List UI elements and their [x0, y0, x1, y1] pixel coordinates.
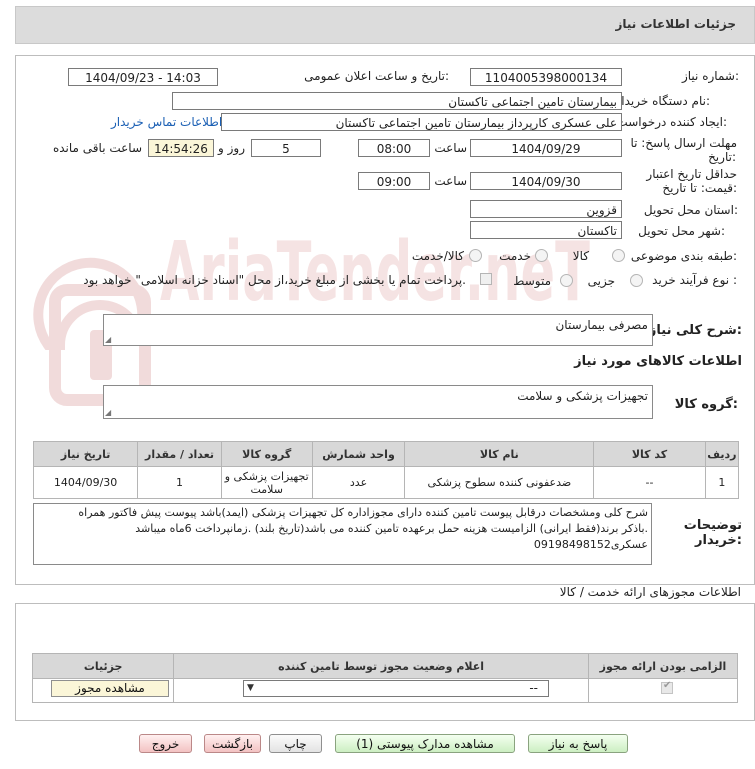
- view-attachments-button[interactable]: مشاهده مدارک پیوستی (1): [335, 734, 515, 753]
- cell-row: 1: [704, 466, 740, 499]
- permit-required-checkbox: ✔: [661, 680, 673, 694]
- deadline-time-label: ساعت: [434, 141, 467, 155]
- goods-group-text: تجهیزات پزشکی و سلامت: [517, 389, 648, 403]
- items-table: تاریخ نیاز تعداد / مقدار گروه کالا واحد …: [32, 441, 740, 499]
- buyer-field: بیمارستان تامین اجتماعی تاکستان: [172, 92, 622, 110]
- validity-time-field: 09:00: [358, 172, 430, 190]
- announce-label: تاریخ و ساعت اعلان عمومی:: [304, 69, 449, 83]
- deadline-date-field: 1404/09/29: [470, 139, 622, 157]
- permits-col-required: الزامی بودن ارائه مجوز: [587, 653, 739, 679]
- summary-text: مصرفی بیمارستان: [555, 318, 648, 332]
- buyer-notes-line-3: 09198498152عسکری: [533, 538, 648, 551]
- goods-section-title: اطلاعات کالاهای مورد نیاز: [574, 354, 742, 369]
- buyer-notes-line-1: شرح کلی ومشخصات درقابل پیوست تامین کننده…: [78, 506, 648, 519]
- province-label: استان محل تحویل:: [643, 203, 738, 217]
- cell-qty: 1: [137, 466, 222, 499]
- col-date: تاریخ نیاز: [32, 441, 139, 467]
- city-field: تاکستان: [470, 221, 622, 239]
- select-chevron-down-icon: ▼: [247, 683, 254, 693]
- process-medium-label: متوسط: [513, 274, 551, 288]
- buyer-notes-line-2: باذکر برند(فقط ایرانی) الزامیست هزینه حم…: [135, 522, 648, 535]
- col-code: کد کالا: [593, 441, 706, 467]
- header-bar: جزئیات اطلاعات نیاز: [15, 6, 755, 44]
- category-goods-label: کالا: [572, 249, 589, 263]
- permit-status-select[interactable]: ▼ --: [243, 680, 549, 697]
- need-number-field: 1104005398000134: [470, 68, 622, 86]
- deadline-label-date: تاریخ:: [708, 150, 736, 164]
- exit-button[interactable]: خروج: [139, 734, 192, 753]
- goods-group-textarea: تجهیزات پزشکی و سلامت ◢: [103, 385, 653, 419]
- category-service-radio[interactable]: [535, 249, 548, 262]
- summary-label: شرح کلی نیاز:: [648, 323, 742, 338]
- buyer-notes-label-2: خریدار:: [695, 533, 742, 548]
- process-medium-radio[interactable]: [560, 274, 573, 287]
- requester-label: ایجاد کننده درخواست:: [616, 115, 727, 129]
- items-table-header: تاریخ نیاز تعداد / مقدار گروه کالا واحد …: [32, 441, 740, 467]
- process-minor-label: جزیی: [587, 274, 615, 288]
- contact-buyer-link[interactable]: اطلاعات تماس خریدار: [111, 115, 222, 129]
- summary-textarea[interactable]: مصرفی بیمارستان ◢: [103, 314, 653, 346]
- table-row: 1404/09/30 1 تجهیزات پزشکی و سلامت عدد ض…: [32, 466, 740, 499]
- category-goods-service-label: کالا/خدمت: [411, 249, 464, 263]
- process-minor-radio[interactable]: [630, 274, 643, 287]
- cell-name: ضدعفونی کننده سطوح پزشکی: [404, 466, 595, 499]
- days-field: 5: [251, 139, 321, 157]
- col-row: ردیف: [704, 441, 740, 467]
- cell-date: 1404/09/30: [32, 466, 139, 499]
- goods-group-label: گروه کالا:: [674, 397, 738, 412]
- cell-code: --: [593, 466, 706, 499]
- buyer-notes-label: توضیحات: [683, 518, 742, 533]
- need-number-label: شماره نیاز:: [681, 69, 739, 83]
- validity-label-date: قیمت: تا تاریخ:: [662, 181, 737, 195]
- cell-group: تجهیزات پزشکی و سلامت: [220, 466, 313, 499]
- col-qty: تعداد / مقدار: [137, 441, 222, 467]
- category-service-label: خدمت: [499, 249, 531, 263]
- permit-status-value: --: [529, 681, 538, 695]
- remaining-time-label: ساعت باقی مانده: [52, 141, 142, 155]
- permits-col-status: اعلام وضعیت مجوز توسط تامین کننده: [173, 653, 589, 679]
- category-goods-radio[interactable]: [612, 249, 625, 262]
- requester-field: علی عسکری کارپرداز بیمارستان تامین اجتما…: [221, 113, 622, 131]
- page-title: جزئیات اطلاعات نیاز: [615, 17, 736, 31]
- cell-unit: عدد: [311, 466, 406, 499]
- buyer-notes-textarea: شرح کلی ومشخصات درقابل پیوست تامین کننده…: [33, 503, 652, 565]
- resize-grip-icon: ◢: [105, 408, 112, 417]
- announce-field: 1404/09/23 - 14:03: [68, 68, 218, 86]
- col-name: نام کالا: [404, 441, 595, 467]
- days-label: روز و: [218, 141, 245, 155]
- permits-title: اطلاعات مجوزهای ارائه خدمت / کالا: [559, 585, 741, 599]
- province-field: قزوین: [470, 200, 622, 218]
- col-unit: واحد شمارش: [311, 441, 406, 467]
- validity-label: حداقل تاریخ اعتبار: [646, 167, 737, 181]
- permits-col-details: جزئیات: [31, 653, 175, 679]
- print-button[interactable]: چاپ: [269, 734, 322, 753]
- deadline-label: مهلت ارسال پاسخ: تا: [630, 136, 737, 150]
- reply-button[interactable]: پاسخ به نیاز: [528, 734, 628, 753]
- category-label: طبقه بندی موضوعی:: [630, 249, 737, 263]
- treasury-note: پرداخت تمام یا بخشی از مبلغ خرید،از محل …: [83, 273, 466, 287]
- buyer-label: نام دستگاه خریدار:: [615, 94, 711, 108]
- remaining-time-field: 14:54:26: [148, 139, 214, 157]
- treasury-checkbox[interactable]: [480, 273, 492, 285]
- resize-grip-icon[interactable]: ◢: [105, 336, 111, 344]
- process-label: نوع فرآیند خرید :: [652, 273, 737, 287]
- validity-time-label: ساعت: [434, 174, 467, 188]
- view-permit-button[interactable]: مشاهده مجوز: [51, 680, 169, 697]
- col-group: گروه کالا: [220, 441, 313, 467]
- back-button[interactable]: بازگشت: [204, 734, 261, 753]
- deadline-time-field: 08:00: [358, 139, 430, 157]
- validity-date-field: 1404/09/30: [470, 172, 622, 190]
- category-goods-service-radio[interactable]: [469, 249, 482, 262]
- permits-table-header: جزئیات اعلام وضعیت مجوز توسط تامین کننده…: [31, 653, 739, 679]
- city-label: شهر محل تحویل:: [638, 224, 725, 238]
- check-icon: ✔: [663, 680, 672, 691]
